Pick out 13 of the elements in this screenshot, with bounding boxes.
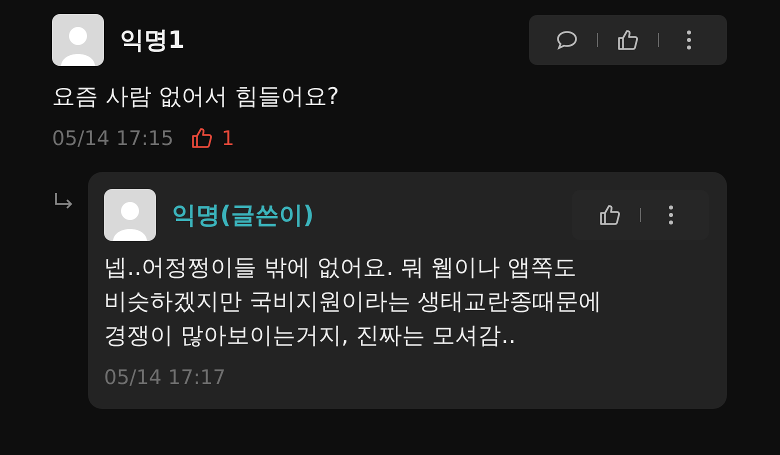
like-count: 1 [222, 126, 234, 150]
comment-text: 요즘 사람 없어서 힘들어요? [52, 83, 340, 112]
comment-text: 넵..어정쩡이들 밖에 없어요. 뭐 웹이나 앱쪽도 비슷하겠지만 국비지원이라는 생태교란종때문에 경쟁이 많아보이는거지, 진짜는 모셔감.. [104, 254, 603, 351]
timestamp: 05/14 17:17 [104, 365, 226, 389]
thumbs-up-icon[interactable] [598, 203, 622, 227]
thumbs-up-icon [190, 126, 214, 150]
author-name: 익명(글쓴이) [172, 200, 314, 231]
avatar-icon [104, 189, 156, 241]
comment-icon[interactable] [555, 28, 579, 52]
author-name: 익명1 [120, 25, 185, 56]
avatar-icon [52, 14, 104, 66]
thumbs-up-icon[interactable] [616, 28, 640, 52]
timestamp: 05/14 17:15 [52, 126, 174, 150]
